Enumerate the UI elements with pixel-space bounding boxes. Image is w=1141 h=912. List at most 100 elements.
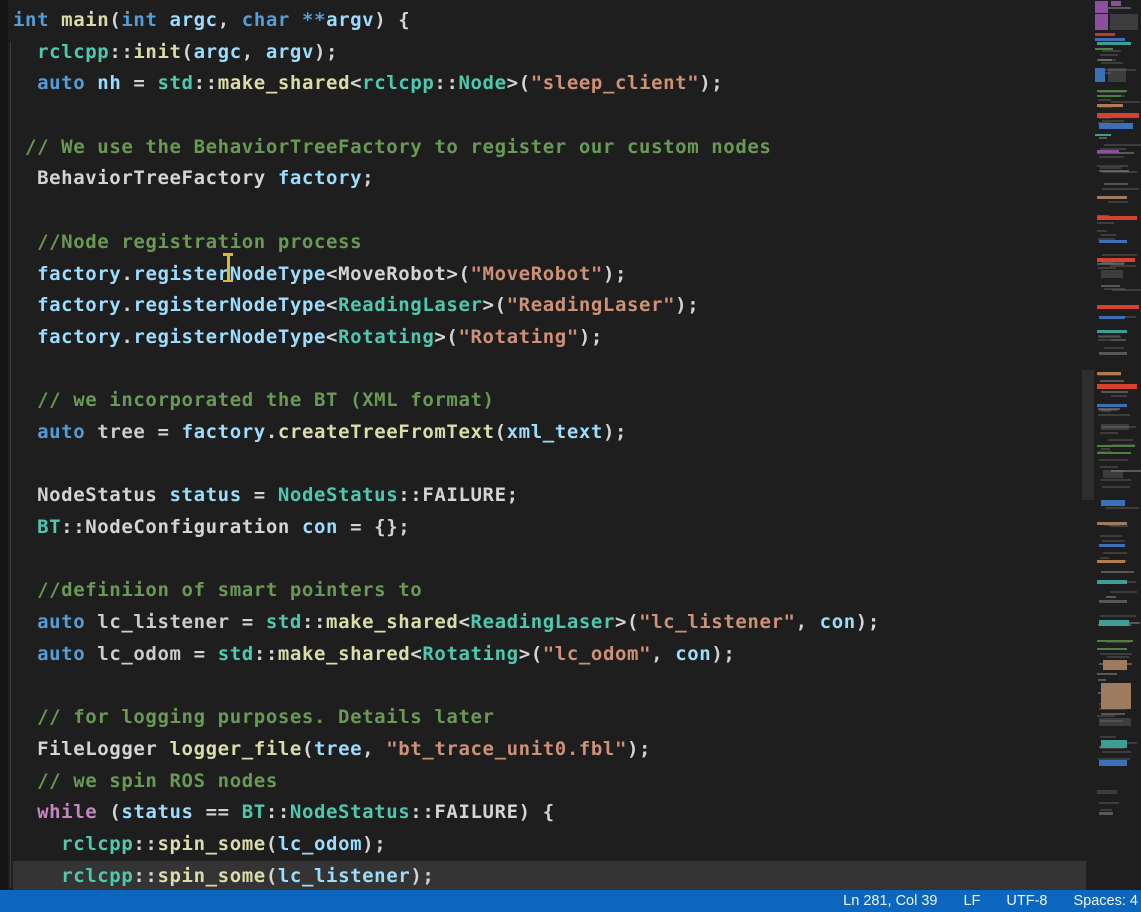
code-token: = — [182, 643, 218, 665]
minimap-line — [1101, 391, 1128, 393]
code-line[interactable]: // we incorporated the BT (XML format) — [13, 385, 1086, 417]
code-line[interactable]: auto tree = factory.createTreeFromText(x… — [13, 417, 1086, 449]
status-eol-sequence[interactable]: LF — [963, 893, 980, 909]
minimap-line — [1100, 466, 1118, 468]
minimap[interactable] — [1095, 0, 1141, 890]
code-token: >( — [507, 72, 531, 94]
code-line[interactable] — [13, 100, 1086, 132]
code-token: :: — [434, 72, 458, 94]
code-line[interactable] — [13, 670, 1086, 702]
code-line[interactable] — [13, 195, 1086, 227]
minimap-line — [1099, 123, 1133, 129]
code-token: "lc_listener" — [639, 611, 796, 633]
status-cursor-position[interactable]: Ln 281, Col 39 — [843, 893, 937, 909]
code-token — [13, 801, 37, 823]
minimap-line — [1097, 404, 1127, 407]
minimap-line — [1099, 156, 1124, 158]
code-token: ); — [603, 263, 627, 285]
code-line[interactable]: int main(int argc, char **argv) { — [13, 5, 1086, 37]
code-line[interactable]: //Node registration process — [13, 227, 1086, 259]
code-line[interactable]: auto lc_odom = std::make_shared<Rotating… — [13, 639, 1086, 671]
minimap-line — [1101, 285, 1120, 287]
code-token: factory — [37, 326, 121, 348]
scrollbar-thumb[interactable] — [1082, 370, 1094, 500]
code-line[interactable] — [13, 544, 1086, 576]
minimap-line — [1097, 673, 1117, 675]
minimap-line — [1110, 591, 1137, 593]
code-line[interactable]: // We use the BehaviorTreeFactory to reg… — [13, 132, 1086, 164]
minimap-line — [1098, 414, 1130, 416]
code-line[interactable]: //definiion of smart pointers to — [13, 575, 1086, 607]
code-editor-content[interactable]: int main(int argc, char **argv) { rclcpp… — [8, 0, 1086, 895]
code-token: // for logging purposes. Details later — [37, 706, 494, 728]
code-token — [85, 72, 97, 94]
minimap-line — [1101, 683, 1131, 709]
minimap-line — [1110, 525, 1128, 527]
code-token: >( — [519, 643, 543, 665]
minimap-line — [1103, 552, 1127, 554]
minimap-line — [1097, 196, 1127, 199]
code-token: spin_some — [157, 833, 265, 855]
code-token: BT — [37, 516, 61, 538]
minimap-line — [1101, 62, 1123, 64]
code-line[interactable] — [13, 354, 1086, 386]
code-line[interactable]: factory.registerNodeType<ReadingLaser>("… — [13, 290, 1086, 322]
editor-scrollbar[interactable] — [1081, 0, 1095, 890]
code-token: rclcpp — [61, 833, 133, 855]
code-token — [49, 9, 61, 31]
code-token: char — [242, 9, 290, 31]
code-token: status — [121, 801, 193, 823]
minimap-line — [1099, 137, 1107, 139]
code-line[interactable] — [13, 449, 1086, 481]
code-token: , — [651, 643, 675, 665]
minimap-line — [1102, 540, 1125, 542]
minimap-line — [1101, 500, 1125, 506]
minimap-line — [1097, 640, 1133, 642]
status-indentation[interactable]: Spaces: 4 — [1074, 893, 1139, 909]
code-token: int — [13, 9, 49, 31]
code-line[interactable]: FileLogger logger_file(tree, "bt_trace_u… — [13, 734, 1086, 766]
code-token: ; — [362, 167, 374, 189]
code-line[interactable]: factory.registerNodeType<MoveRobot>("Mov… — [13, 259, 1086, 291]
code-line[interactable]: // we spin ROS nodes — [13, 766, 1086, 798]
status-encoding[interactable]: UTF-8 — [1006, 893, 1047, 909]
code-token: rclcpp — [61, 865, 133, 887]
code-token — [13, 421, 37, 443]
minimap-line — [1098, 335, 1120, 337]
code-token: con — [675, 643, 711, 665]
code-token: argv — [266, 41, 314, 63]
code-token: status — [170, 484, 242, 506]
code-line[interactable]: auto nh = std::make_shared<rclcpp::Node>… — [13, 68, 1086, 100]
code-token: . — [121, 326, 133, 348]
minimap-line — [1108, 439, 1133, 441]
minimap-line — [1097, 165, 1128, 167]
code-line[interactable]: auto lc_listener = std::make_shared<Read… — [13, 607, 1086, 639]
code-line[interactable]: factory.registerNodeType<Rotating>("Rota… — [13, 322, 1086, 354]
code-token — [13, 611, 37, 633]
minimap-line — [1110, 265, 1136, 267]
code-token: ); — [711, 643, 735, 665]
code-token: "Rotating" — [458, 326, 578, 348]
code-line[interactable]: BT::NodeConfiguration con = {}; — [13, 512, 1086, 544]
minimap-line — [1102, 50, 1121, 52]
code-token — [13, 41, 37, 63]
code-token: :: — [302, 611, 326, 633]
code-token: ( — [302, 738, 314, 760]
code-line[interactable]: // for logging purposes. Details later — [13, 702, 1086, 734]
code-token: BT — [242, 801, 266, 823]
code-line[interactable]: BehaviorTreeFactory factory; — [13, 163, 1086, 195]
minimap-line — [1099, 352, 1127, 355]
minimap-line — [1097, 580, 1127, 584]
minimap-line — [1097, 522, 1127, 525]
minimap-line — [1097, 305, 1139, 309]
code-token: nh — [97, 72, 121, 94]
code-line[interactable]: while (status == BT::NodeStatus::FAILURE… — [13, 797, 1086, 829]
minimap-line — [1102, 188, 1139, 190]
minimap-line — [1095, 14, 1108, 30]
minimap-line — [1104, 144, 1141, 146]
code-line[interactable]: NodeStatus status = NodeStatus::FAILURE; — [13, 480, 1086, 512]
code-line[interactable]: rclcpp::init(argc, argv); — [13, 37, 1086, 69]
code-line[interactable]: rclcpp::spin_some(lc_listener); — [13, 861, 1086, 893]
code-line[interactable]: rclcpp::spin_some(lc_odom); — [13, 829, 1086, 861]
code-token: argc — [194, 41, 242, 63]
